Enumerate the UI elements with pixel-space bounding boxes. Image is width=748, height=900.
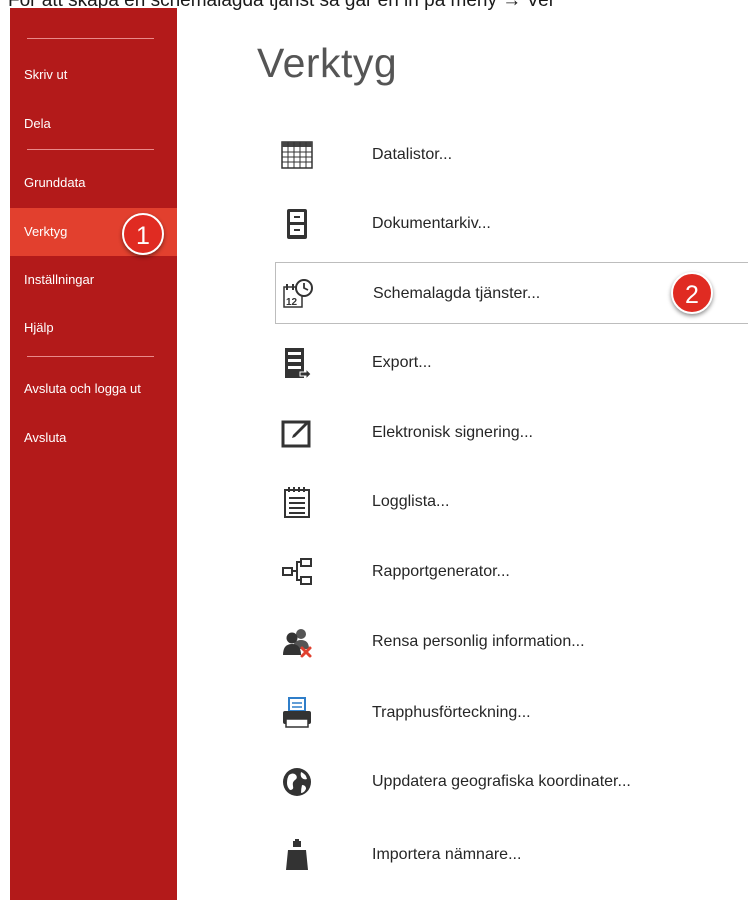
hierarchy-icon bbox=[280, 555, 314, 589]
notepad-icon bbox=[280, 485, 314, 519]
sidebar-divider bbox=[27, 149, 154, 150]
tool-logglista[interactable]: Logglista... bbox=[275, 471, 748, 533]
page-title: Verktyg bbox=[257, 40, 398, 86]
tool-label: Dokumentarkiv... bbox=[372, 215, 491, 232]
export-server-icon bbox=[280, 346, 314, 380]
sidebar-divider bbox=[27, 38, 154, 39]
svg-text:12: 12 bbox=[286, 297, 298, 308]
tool-label: Uppdatera geografiska koordinater... bbox=[372, 773, 631, 790]
tool-label: Export... bbox=[372, 354, 432, 371]
tool-dokumentarkiv[interactable]: Dokumentarkiv... bbox=[275, 193, 748, 255]
sidebar: Skriv ut Dela Grunddata Verktyg Inställn… bbox=[10, 8, 177, 900]
globe-icon bbox=[280, 765, 314, 799]
tool-export[interactable]: Export... bbox=[275, 332, 748, 394]
sidebar-item-skriv-ut[interactable]: Skriv ut bbox=[10, 55, 177, 95]
table-icon bbox=[280, 138, 314, 172]
tool-label: Elektronisk signering... bbox=[372, 424, 533, 441]
tool-label: Datalistor... bbox=[372, 146, 453, 163]
remove-users-icon bbox=[280, 625, 314, 659]
tool-label: Trapphusförteckning... bbox=[372, 704, 531, 721]
tool-rensa-personlig-information[interactable]: Rensa personlig information... bbox=[275, 611, 748, 673]
archive-icon bbox=[280, 207, 314, 241]
tool-label: Logglista... bbox=[372, 493, 450, 510]
tool-elektronisk-signering[interactable]: Elektronisk signering... bbox=[275, 402, 748, 464]
weight-icon bbox=[280, 838, 314, 872]
sidebar-item-hjalp[interactable]: Hjälp bbox=[10, 308, 177, 348]
tool-label: Importera nämnare... bbox=[372, 846, 522, 863]
tool-label: Schemalagda tjänster... bbox=[373, 285, 541, 302]
step-badge-1: 1 bbox=[122, 213, 164, 255]
sidebar-item-avsluta-och-logga-ut[interactable]: Avsluta och logga ut bbox=[10, 369, 177, 409]
printer-icon bbox=[280, 696, 314, 730]
tool-uppdatera-geografiska-koordinater[interactable]: Uppdatera geografiska koordinater... bbox=[275, 751, 748, 813]
sidebar-item-installningar[interactable]: Inställningar bbox=[10, 260, 177, 300]
tool-trapphusforteckning[interactable]: Trapphusförteckning... bbox=[275, 682, 748, 744]
tool-label: Rapportgenerator... bbox=[372, 563, 510, 580]
sidebar-item-grunddata[interactable]: Grunddata bbox=[10, 163, 177, 203]
sidebar-item-avsluta[interactable]: Avsluta bbox=[10, 418, 177, 458]
sidebar-item-dela[interactable]: Dela bbox=[10, 104, 177, 144]
schedule-clock-icon: 12 bbox=[281, 277, 315, 311]
sidebar-divider bbox=[27, 356, 154, 357]
tool-importera-namnare[interactable]: Importera nämnare... bbox=[275, 824, 748, 886]
step-badge-2: 2 bbox=[671, 272, 713, 314]
tool-datalistor[interactable]: Datalistor... bbox=[275, 124, 748, 186]
tool-rapportgenerator[interactable]: Rapportgenerator... bbox=[275, 541, 748, 603]
sign-pen-icon bbox=[280, 416, 314, 450]
tool-label: Rensa personlig information... bbox=[372, 633, 585, 650]
